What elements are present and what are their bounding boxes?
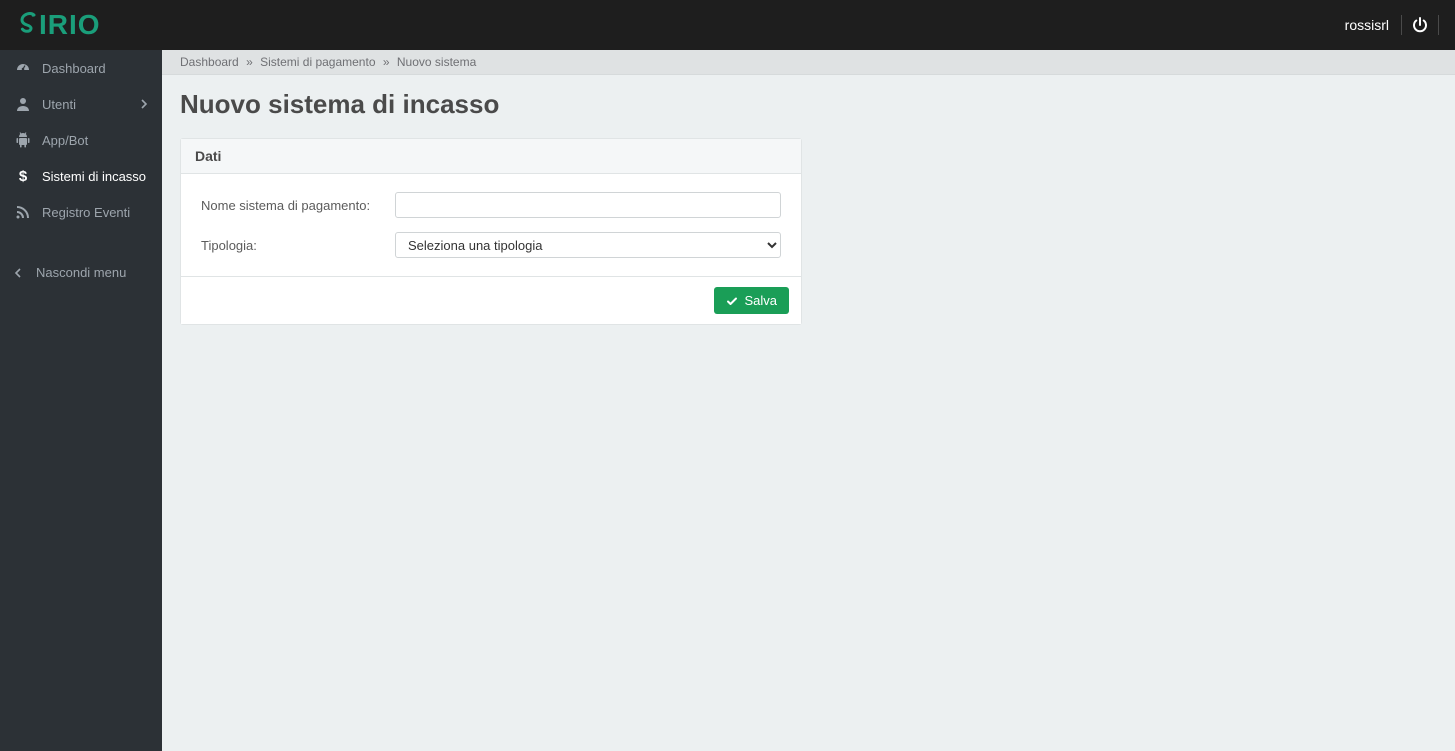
dashboard-icon [14, 59, 32, 77]
username-link[interactable]: rossisrl [1333, 17, 1401, 33]
user-icon [14, 95, 32, 113]
sidebar-item-registro-eventi[interactable]: Registro Eventi [0, 194, 162, 230]
logo-wrap: I R I O [0, 9, 162, 41]
form-row-tipologia: Tipologia: Seleziona una tipologia [201, 232, 781, 258]
form-panel: Dati Nome sistema di pagamento: Tipologi… [180, 138, 802, 325]
sidebar-collapse[interactable]: Nascondi menu [0, 256, 162, 289]
page-title: Nuovo sistema di incasso [180, 89, 1437, 120]
divider [1438, 15, 1439, 35]
crumb-current: Nuovo sistema [397, 55, 476, 69]
form-row-name: Nome sistema di pagamento: [201, 192, 781, 218]
sidebar-item-label: Sistemi di incasso [42, 169, 146, 184]
logout-button[interactable] [1402, 17, 1438, 33]
spacer [0, 230, 162, 256]
panel-body: Nome sistema di pagamento: Tipologia: Se… [181, 174, 801, 276]
sidebar-item-label: Dashboard [42, 61, 106, 76]
topbar-right: rossisrl [1333, 15, 1439, 35]
brand-text-o: O [78, 9, 101, 41]
brand-text-i2: I [69, 9, 78, 41]
content: Dashboard » Sistemi di pagamento » Nuovo… [162, 50, 1455, 751]
breadcrumb: Dashboard » Sistemi di pagamento » Nuovo… [162, 50, 1455, 75]
breadcrumb-separator: » [242, 55, 257, 69]
save-button[interactable]: Salva [714, 287, 789, 314]
brand-text-i: I [39, 9, 48, 41]
sidebar-item-label: Utenti [42, 97, 76, 112]
sidebar: Dashboard Utenti App/Bot $ [0, 50, 162, 751]
chevron-right-icon [140, 99, 148, 109]
sidebar-item-sistemi-di-incasso[interactable]: $ Sistemi di incasso [0, 158, 162, 194]
rss-icon [14, 203, 32, 221]
snake-icon [18, 12, 38, 38]
sidebar-item-dashboard[interactable]: Dashboard [0, 50, 162, 86]
label-nome-sistema: Nome sistema di pagamento: [201, 198, 395, 213]
svg-text:$: $ [19, 168, 28, 184]
crumb-sistemi-pagamento[interactable]: Sistemi di pagamento [260, 55, 375, 69]
input-nome-sistema-pagamento[interactable] [395, 192, 781, 218]
android-icon [14, 131, 32, 149]
panel-footer: Salva [181, 276, 801, 324]
sidebar-item-label: Registro Eventi [42, 205, 130, 220]
sidebar-item-appbot[interactable]: App/Bot [0, 122, 162, 158]
sidebar-item-label: App/Bot [42, 133, 88, 148]
panel-header: Dati [181, 139, 801, 174]
label-tipologia: Tipologia: [201, 238, 395, 253]
check-icon [726, 295, 738, 307]
crumb-dashboard[interactable]: Dashboard [180, 55, 239, 69]
select-tipologia[interactable]: Seleziona una tipologia [395, 232, 781, 258]
sidebar-item-utenti[interactable]: Utenti [0, 86, 162, 122]
chevron-left-icon [14, 268, 28, 278]
sidebar-collapse-label: Nascondi menu [36, 265, 126, 280]
brand-text-r: R [48, 9, 69, 41]
power-icon [1412, 17, 1428, 33]
topbar: I R I O rossisrl [0, 0, 1455, 50]
page-inner: Nuovo sistema di incasso Dati Nome siste… [162, 75, 1455, 349]
save-button-label: Salva [744, 293, 777, 308]
breadcrumb-separator: » [379, 55, 394, 69]
brand-logo[interactable]: I R I O [18, 9, 101, 41]
dollar-icon: $ [14, 167, 32, 185]
